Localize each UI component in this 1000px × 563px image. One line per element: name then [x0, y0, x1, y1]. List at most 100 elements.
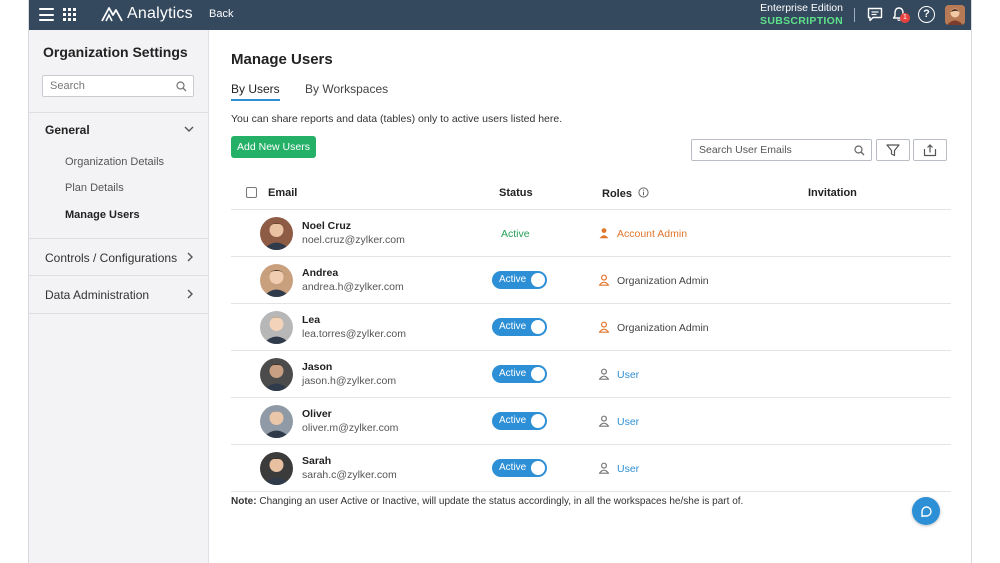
sidebar: Organization Settings General Organizati… [29, 30, 209, 563]
admin-icon [598, 273, 610, 291]
column-header-roles: Roles [602, 187, 649, 200]
avatar[interactable] [945, 5, 965, 25]
status-toggle[interactable]: Active [492, 318, 547, 336]
status-toggle-label: Active [499, 415, 527, 426]
bell-icon[interactable]: 1 [891, 6, 910, 24]
status-toggle-label: Active [499, 274, 527, 285]
search-icon [176, 81, 187, 92]
user-email: lea.torres@zylker.com [302, 328, 407, 340]
user-name: Oliver [302, 408, 332, 420]
info-icon[interactable] [638, 187, 649, 198]
sidebar-section-data-administration[interactable]: Data Administration [45, 288, 149, 302]
info-text: You can share reports and data (tables) … [231, 113, 563, 125]
chevron-right-icon[interactable] [187, 252, 194, 262]
apps-grid-icon[interactable] [63, 8, 76, 21]
support-chat-button[interactable] [912, 497, 940, 525]
user-email: jason.h@zylker.com [302, 375, 397, 387]
user-email: oliver.m@zylker.com [302, 422, 399, 434]
app-logo[interactable]: Analytics [101, 5, 193, 23]
user-role: Account Admin [617, 228, 688, 240]
tab-by-workspaces[interactable]: By Workspaces [305, 82, 388, 99]
status-toggle[interactable]: Active [492, 412, 547, 430]
chevron-right-icon[interactable] [187, 289, 194, 299]
sidebar-title: Organization Settings [43, 44, 188, 60]
chevron-down-icon[interactable] [184, 126, 194, 133]
table-row: Oliver oliver.m@zylker.com Active User [231, 398, 951, 445]
user-icon [598, 367, 610, 385]
table-row: Noel Cruz noel.cruz@zylker.com Active Accou… [231, 210, 951, 257]
subscription-link[interactable]: SUBSCRIPTION [760, 15, 843, 28]
user-role[interactable]: User [617, 369, 639, 381]
avatar [260, 358, 293, 391]
sidebar-item-organization-details[interactable]: Organization Details [65, 156, 164, 168]
divider [231, 491, 951, 492]
select-all-checkbox[interactable] [246, 187, 257, 198]
avatar [260, 217, 293, 250]
user-icon [598, 461, 610, 479]
sidebar-item-manage-users[interactable]: Manage Users [65, 209, 140, 221]
user-icon [598, 414, 610, 432]
toggle-knob [531, 320, 545, 334]
user-role[interactable]: User [617, 463, 639, 475]
chat-bubble-icon [920, 505, 932, 517]
filter-icon [886, 143, 900, 156]
top-bar: Analytics Back Enterprise Edition SUBSCR… [29, 0, 971, 30]
divider [29, 238, 209, 239]
user-email: andrea.h@zylker.com [302, 281, 404, 293]
notification-badge: 1 [900, 13, 910, 23]
sidebar-item-plan-details[interactable]: Plan Details [65, 182, 124, 194]
status-toggle[interactable]: Active [492, 459, 547, 477]
user-name: Jason [302, 361, 333, 373]
status-toggle[interactable]: Active [492, 365, 547, 383]
email-search-input[interactable] [692, 140, 842, 160]
page-title: Manage Users [231, 51, 333, 68]
user-name: Lea [302, 314, 321, 326]
column-header-status: Status [499, 187, 533, 199]
user-email: sarah.c@zylker.com [302, 469, 397, 481]
user-role[interactable]: User [617, 416, 639, 428]
status-toggle-label: Active [499, 321, 527, 332]
sidebar-section-controls[interactable]: Controls / Configurations [45, 251, 177, 265]
divider [854, 8, 855, 22]
status-toggle-label: Active [499, 368, 527, 379]
add-new-users-button[interactable]: Add New Users [231, 136, 316, 158]
toggle-knob [531, 461, 545, 475]
avatar [260, 452, 293, 485]
user-role: Organization Admin [617, 322, 709, 334]
menu-icon[interactable] [39, 8, 54, 21]
back-link[interactable]: Back [209, 8, 233, 20]
toggle-knob [531, 273, 545, 287]
roles-label: Roles [602, 188, 632, 200]
status-toggle[interactable]: Active [492, 271, 547, 289]
chat-icon[interactable] [867, 7, 883, 22]
filter-button[interactable] [876, 139, 910, 161]
sidebar-search[interactable] [42, 75, 194, 97]
export-button[interactable] [913, 139, 947, 161]
help-icon[interactable]: ? [918, 6, 935, 23]
note-text: Note: Changing an user Active or Inactiv… [231, 496, 743, 507]
app-window: Analytics Back Enterprise Edition SUBSCR… [28, 0, 972, 563]
export-icon [923, 143, 937, 156]
note-body: Changing an user Active or Inactive, wil… [256, 496, 744, 507]
edition-label: Enterprise Edition [760, 2, 843, 14]
sidebar-search-input[interactable] [43, 76, 163, 96]
admin-icon [598, 320, 610, 338]
sidebar-section-general[interactable]: General [45, 123, 90, 137]
user-name: Noel Cruz [302, 220, 352, 232]
divider [29, 112, 209, 113]
tab-by-users[interactable]: By Users [231, 82, 280, 101]
table-row: Jason jason.h@zylker.com Active User [231, 351, 951, 398]
user-email: noel.cruz@zylker.com [302, 234, 405, 246]
column-header-invitation: Invitation [808, 187, 857, 199]
email-search[interactable] [691, 139, 872, 161]
main-content: Manage Users By Users By Workspaces You … [210, 30, 971, 563]
avatar [260, 264, 293, 297]
avatar [260, 311, 293, 344]
note-label: Note: [231, 496, 257, 507]
table-row: Lea lea.torres@zylker.com Active Organizati… [231, 304, 951, 351]
table-row: Sarah sarah.c@zylker.com Active User [231, 445, 951, 492]
admin-icon [598, 226, 610, 244]
search-icon [854, 145, 865, 156]
user-role: Organization Admin [617, 275, 709, 287]
edition-info: Enterprise Edition SUBSCRIPTION [760, 2, 843, 28]
